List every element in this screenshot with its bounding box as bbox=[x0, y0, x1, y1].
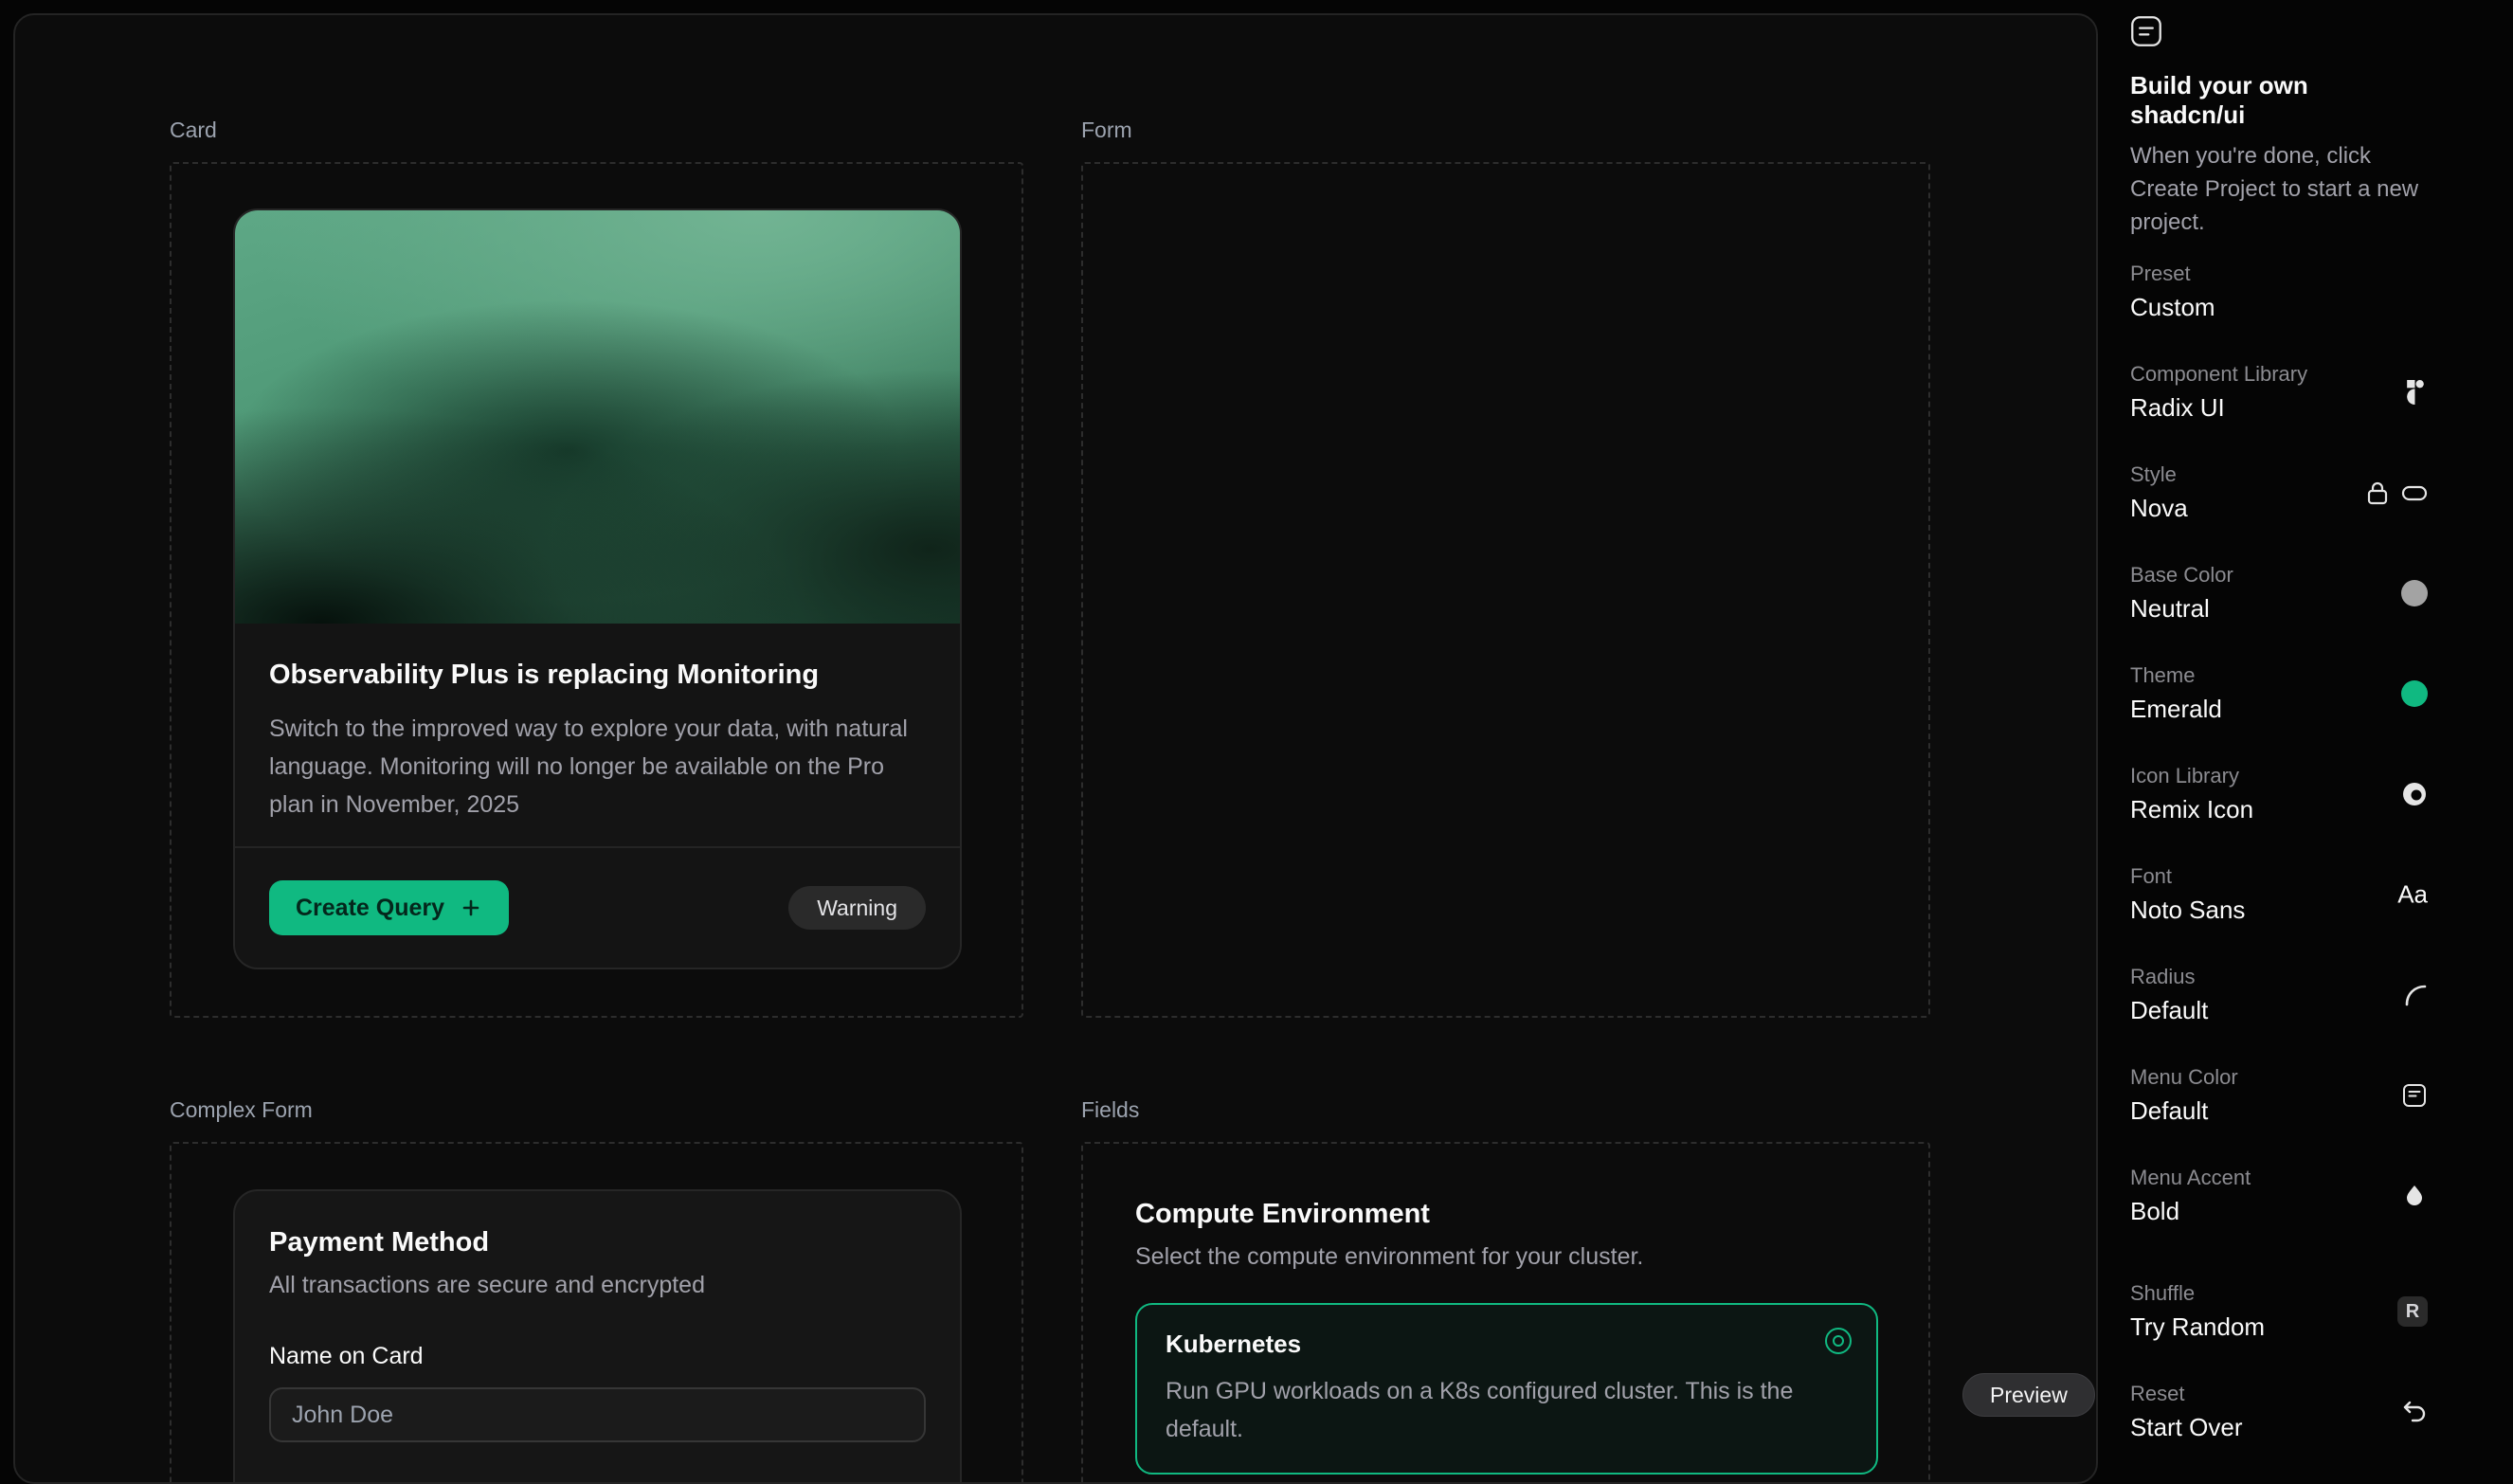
setting-value: Noto Sans bbox=[2130, 895, 2428, 925]
promo-card: Observability Plus is replacing Monitori… bbox=[233, 208, 962, 969]
warning-button[interactable]: Warning bbox=[788, 886, 926, 930]
sidebar-item-shuffle[interactable]: Shuffle Try Random R bbox=[2130, 1281, 2428, 1342]
setting-label: Component Library bbox=[2130, 362, 2428, 387]
form-section-box: User Information Please fill in your det… bbox=[1081, 162, 1930, 1018]
compute-environment-subtitle: Select the compute environment for your … bbox=[1135, 1243, 1878, 1271]
sidebar-item-base-color[interactable]: Base Color Neutral bbox=[2130, 563, 2428, 624]
setting-value: Try Random bbox=[2130, 1312, 2428, 1342]
sidebar-heading: Build your own shadcn/ui bbox=[2130, 71, 2428, 130]
promo-footer: Create Query Warning bbox=[235, 846, 960, 968]
fields-section-box: Compute Environment Select the compute e… bbox=[1081, 1142, 1930, 1484]
compute-environment-block: Compute Environment Select the compute e… bbox=[1135, 1199, 1878, 1475]
promo-gradient-image bbox=[235, 210, 960, 624]
preview-button[interactable]: Preview bbox=[1962, 1373, 2095, 1417]
font-sample-icon: Aa bbox=[2397, 880, 2428, 910]
name-on-card-label: Name on Card bbox=[269, 1343, 926, 1370]
setting-value: Start Over bbox=[2130, 1412, 2428, 1442]
builder-logo-icon[interactable] bbox=[2130, 15, 2162, 47]
canvas-panel: Card Observability Plus is replacing Mon… bbox=[13, 13, 2098, 1484]
setting-value: Radix UI bbox=[2130, 392, 2428, 423]
radius-arc-icon bbox=[2403, 983, 2428, 1007]
lock-icon bbox=[2365, 480, 2390, 506]
compute-environment-title: Compute Environment bbox=[1135, 1199, 1878, 1230]
ink-drop-icon bbox=[2401, 1183, 2428, 1209]
payment-method-card: Payment Method All transactions are secu… bbox=[233, 1189, 962, 1484]
sidebar-item-radius[interactable]: Radius Default bbox=[2130, 965, 2428, 1025]
setting-label: Base Color bbox=[2130, 563, 2428, 588]
sidebar-item-style[interactable]: Style Nova bbox=[2130, 462, 2428, 523]
sidebar-item-component-library[interactable]: Component Library Radix UI bbox=[2130, 362, 2428, 423]
promo-body: Observability Plus is replacing Monitori… bbox=[235, 624, 960, 846]
sidebar-settings-list: Preset Custom Component Library Radix UI… bbox=[2130, 262, 2428, 1442]
create-query-label: Create Query bbox=[296, 895, 444, 922]
setting-value: Default bbox=[2130, 995, 2428, 1025]
setting-label: Menu Color bbox=[2130, 1065, 2428, 1090]
plus-icon bbox=[460, 896, 482, 919]
promo-description: Switch to the improved way to explore yo… bbox=[269, 710, 926, 823]
setting-label: Icon Library bbox=[2130, 764, 2428, 788]
radio-selected-icon[interactable] bbox=[1825, 1328, 1852, 1354]
sidebar-description: When you're done, click Create Project t… bbox=[2130, 139, 2428, 239]
emerald-color-swatch bbox=[2401, 680, 2428, 707]
setting-value: Emerald bbox=[2130, 694, 2428, 724]
complex-form-section-box: Payment Method All transactions are secu… bbox=[170, 1142, 1023, 1484]
setting-label: Preset bbox=[2130, 262, 2428, 286]
setting-label: Menu Accent bbox=[2130, 1166, 2428, 1190]
setting-value: Bold bbox=[2130, 1196, 2428, 1226]
section-label-complex-form: Complex Form bbox=[170, 1097, 313, 1123]
sidebar-item-preset[interactable]: Preset Custom bbox=[2130, 262, 2428, 322]
sidebar-item-reset[interactable]: Reset Start Over bbox=[2130, 1382, 2428, 1442]
kubernetes-option-title: Kubernetes bbox=[1166, 1330, 1848, 1359]
card-section-box: Observability Plus is replacing Monitori… bbox=[170, 162, 1023, 1018]
section-label-form: Form bbox=[1081, 118, 1132, 143]
remix-icon bbox=[2401, 781, 2428, 807]
setting-label: Theme bbox=[2130, 663, 2428, 688]
random-letter-badge-icon: R bbox=[2397, 1296, 2428, 1327]
setting-label: Reset bbox=[2130, 1382, 2428, 1406]
undo-icon bbox=[2401, 1399, 2428, 1425]
setting-label: Shuffle bbox=[2130, 1281, 2428, 1306]
button-shape-icon bbox=[2401, 480, 2428, 506]
section-label-card: Card bbox=[170, 118, 217, 143]
kubernetes-option[interactable]: Kubernetes Run GPU workloads on a K8s co… bbox=[1135, 1303, 1878, 1475]
sidebar-item-menu-accent[interactable]: Menu Accent Bold bbox=[2130, 1166, 2428, 1226]
neutral-color-swatch bbox=[2401, 580, 2428, 606]
sidebar-item-theme[interactable]: Theme Emerald bbox=[2130, 663, 2428, 724]
section-label-fields: Fields bbox=[1081, 1097, 1139, 1123]
settings-sidebar: Build your own shadcn/ui When you're don… bbox=[2130, 15, 2428, 1482]
kubernetes-option-description: Run GPU workloads on a K8s configured cl… bbox=[1166, 1372, 1793, 1448]
payment-method-title: Payment Method bbox=[269, 1227, 926, 1258]
promo-title: Observability Plus is replacing Monitori… bbox=[269, 660, 926, 691]
sidebar-item-icon-library[interactable]: Icon Library Remix Icon bbox=[2130, 764, 2428, 824]
setting-label: Font bbox=[2130, 864, 2428, 889]
radix-icon bbox=[2403, 380, 2428, 405]
payment-method-subtitle: All transactions are secure and encrypte… bbox=[269, 1272, 926, 1299]
setting-label: Radius bbox=[2130, 965, 2428, 989]
setting-value: Custom bbox=[2130, 292, 2428, 322]
sidebar-item-font[interactable]: Font Noto Sans Aa bbox=[2130, 864, 2428, 925]
menu-panel-icon bbox=[2401, 1082, 2428, 1109]
setting-value: Neutral bbox=[2130, 593, 2428, 624]
sidebar-item-menu-color[interactable]: Menu Color Default bbox=[2130, 1065, 2428, 1126]
setting-value: Default bbox=[2130, 1095, 2428, 1126]
name-on-card-input[interactable] bbox=[269, 1387, 926, 1442]
create-query-button[interactable]: Create Query bbox=[269, 880, 509, 935]
setting-value: Remix Icon bbox=[2130, 794, 2428, 824]
